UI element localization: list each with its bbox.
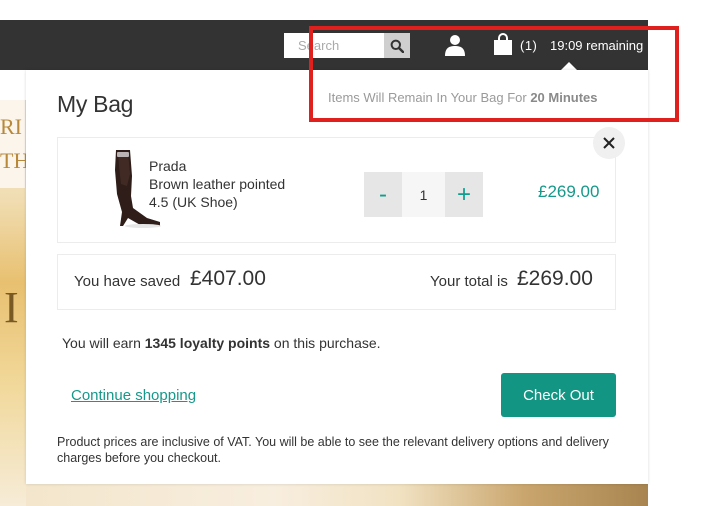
quantity-stepper: - 1 + [364, 172, 483, 217]
search-input[interactable] [284, 33, 384, 58]
quantity-increase-button[interactable]: + [445, 172, 483, 217]
background-banner-left: RI TH I [0, 100, 30, 506]
search-box [284, 33, 410, 58]
quantity-value[interactable]: 1 [402, 172, 445, 217]
background-letters-1: RI [0, 114, 22, 139]
loyalty-suffix: on this purchase. [270, 335, 381, 351]
plus-icon: + [456, 180, 471, 208]
bag-panel: My Bag Prada Brown leather pointed 4.5 (… [26, 70, 648, 484]
bag-item: Prada Brown leather pointed 4.5 (UK Shoe… [57, 137, 616, 243]
background-frame: RI TH [0, 100, 30, 188]
saved-label: You have saved [74, 273, 181, 290]
saved-amount: £407.00 [190, 267, 266, 290]
item-name: Brown leather pointed [149, 176, 286, 192]
account-icon[interactable] [443, 33, 467, 57]
item-price: £269.00 [538, 182, 600, 201]
tooltip-caret [561, 62, 577, 70]
loyalty-prefix: You will earn [62, 335, 145, 351]
totals-summary: You have saved £407.00 Your total is £26… [57, 254, 616, 310]
continue-shopping-link[interactable]: Continue shopping [71, 387, 196, 404]
remove-item-button[interactable] [593, 127, 625, 159]
search-icon [390, 39, 404, 53]
tooltip-bold: 20 Minutes [530, 90, 598, 105]
minus-icon: - [379, 180, 387, 208]
checkout-button[interactable]: Check Out [501, 373, 616, 417]
background-letters-2: TH [0, 148, 30, 173]
item-size: 4.5 (UK Shoe) [149, 194, 238, 210]
search-button[interactable] [384, 33, 410, 58]
panel-title: My Bag [57, 91, 134, 117]
vat-note: Product prices are inclusive of VAT. You… [57, 435, 609, 465]
bag-count[interactable]: (1) [520, 38, 537, 53]
background-letters-3: I [4, 283, 19, 332]
quantity-decrease-button[interactable]: - [364, 172, 402, 217]
item-brand: Prada [149, 158, 187, 174]
close-icon [603, 137, 615, 149]
bag-timer-tooltip: Items Will Remain In Your Bag For 20 Min… [328, 90, 598, 105]
total-label: Your total is [430, 273, 508, 290]
tooltip-prefix: Items Will Remain In Your Bag For [328, 90, 531, 105]
total-amount: £269.00 [517, 267, 593, 290]
loyalty-message: You will earn 1345 loyalty points on thi… [62, 335, 381, 351]
loyalty-points: 1345 loyalty points [144, 335, 271, 351]
background-banner-bottom [26, 484, 648, 506]
shopping-bag-icon[interactable] [492, 32, 514, 56]
bag-timer[interactable]: 19:09 remaining [550, 38, 643, 53]
